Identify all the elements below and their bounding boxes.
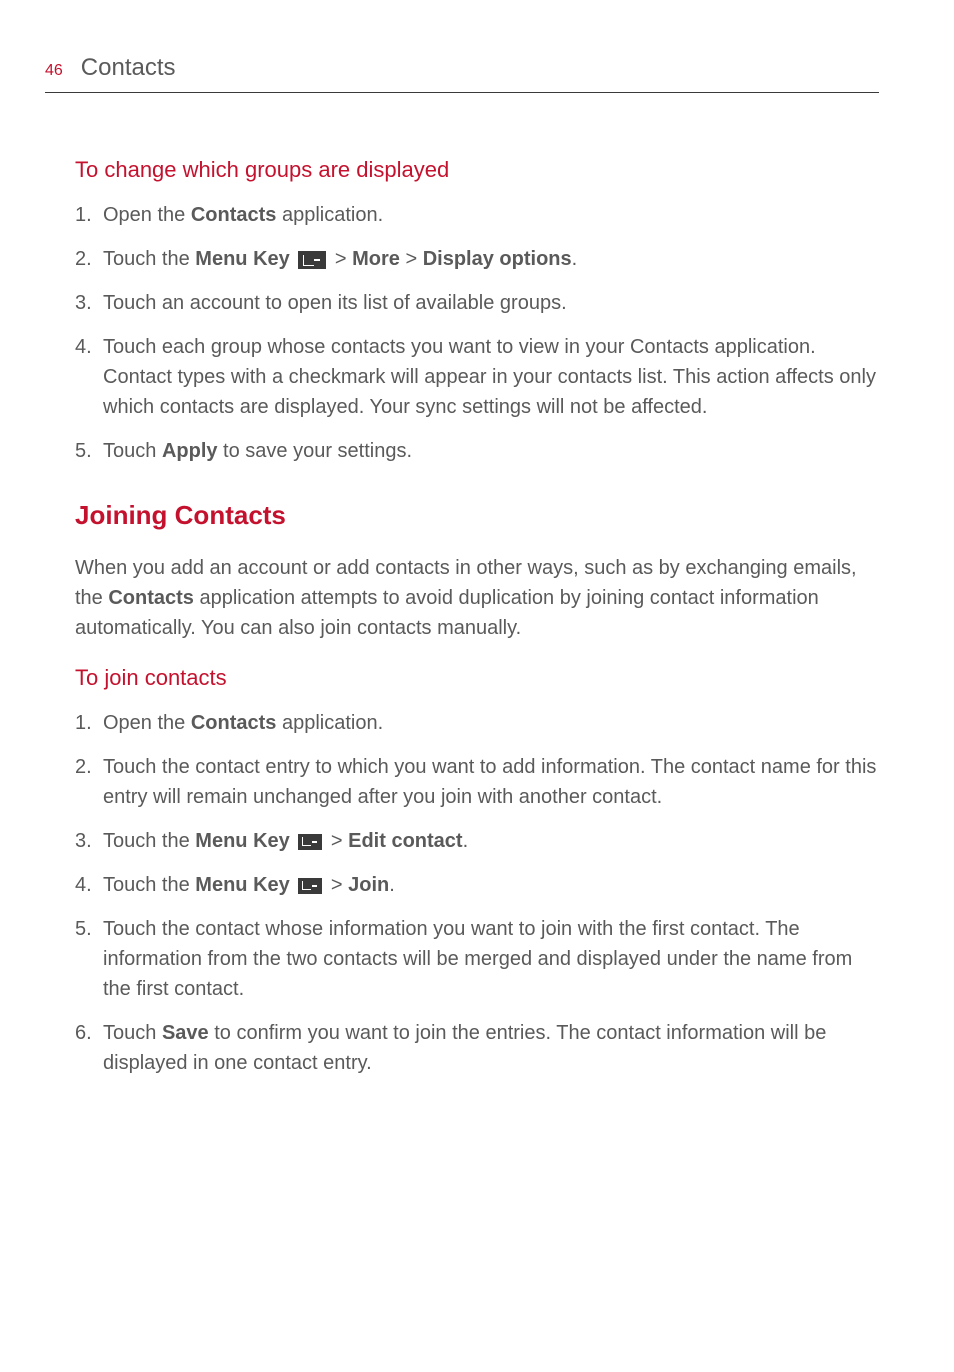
step-text: to save your settings. xyxy=(218,440,413,462)
step-item: Touch the Menu Key > Join. xyxy=(75,870,879,900)
term-menu-key: Menu Key xyxy=(195,248,289,270)
term-contacts: Contacts xyxy=(191,712,277,734)
header-title: Contacts xyxy=(81,50,176,86)
step-item: Touch the Menu Key > More > Display opti… xyxy=(75,244,879,274)
step-item: Touch Apply to save your settings. xyxy=(75,436,879,466)
step-text: > xyxy=(325,830,348,852)
menu-key-icon xyxy=(298,878,322,894)
step-text: Touch xyxy=(103,1022,162,1044)
step-text: Touch the xyxy=(103,874,195,896)
step-text: application. xyxy=(276,204,383,226)
step-item: Touch the contact entry to which you wan… xyxy=(75,752,879,812)
step-text: > xyxy=(400,248,423,270)
section-heading-joining: Joining Contacts xyxy=(75,496,879,535)
term-menu-key: Menu Key xyxy=(195,874,289,896)
term-menu-key: Menu Key xyxy=(195,830,289,852)
step-item: Touch an account to open its list of ava… xyxy=(75,288,879,318)
term-display-options: Display options xyxy=(423,248,572,270)
step-text: > xyxy=(325,874,348,896)
menu-key-icon xyxy=(298,834,322,850)
term-edit-contact: Edit contact xyxy=(348,830,462,852)
term-save: Save xyxy=(162,1022,209,1044)
page-header: 46 Contacts xyxy=(45,50,879,93)
step-text: > xyxy=(329,248,352,270)
subheading-join-contacts: To join contacts xyxy=(75,661,879,694)
step-text: application. xyxy=(276,712,383,734)
step-text: . xyxy=(463,830,469,852)
step-text: . xyxy=(572,248,578,270)
step-text: Touch the xyxy=(103,248,195,270)
page-number: 46 xyxy=(45,59,63,83)
subheading-change-groups: To change which groups are displayed xyxy=(75,153,879,186)
step-text: to confirm you want to join the entries.… xyxy=(103,1022,826,1074)
term-join: Join xyxy=(348,874,389,896)
menu-key-icon xyxy=(298,251,326,269)
term-contacts: Contacts xyxy=(108,587,194,609)
step-item: Touch the Menu Key > Edit contact. xyxy=(75,826,879,856)
step-text: Touch the xyxy=(103,830,195,852)
step-text: Touch xyxy=(103,440,162,462)
term-more: More xyxy=(352,248,400,270)
page-content: To change which groups are displayed Ope… xyxy=(45,153,879,1078)
step-text: . xyxy=(389,874,395,896)
step-item: Touch the contact whose information you … xyxy=(75,914,879,1004)
section-paragraph: When you add an account or add contacts … xyxy=(75,553,879,643)
step-item: Touch Save to confirm you want to join t… xyxy=(75,1018,879,1078)
step-item: Touch each group whose contacts you want… xyxy=(75,332,879,422)
step-text: Open the xyxy=(103,204,191,226)
step-item: Open the Contacts application. xyxy=(75,200,879,230)
term-contacts: Contacts xyxy=(191,204,277,226)
step-item: Open the Contacts application. xyxy=(75,708,879,738)
step-text: Open the xyxy=(103,712,191,734)
term-apply: Apply xyxy=(162,440,218,462)
steps-join-contacts: Open the Contacts application. Touch the… xyxy=(75,708,879,1078)
steps-change-groups: Open the Contacts application. Touch the… xyxy=(75,200,879,466)
